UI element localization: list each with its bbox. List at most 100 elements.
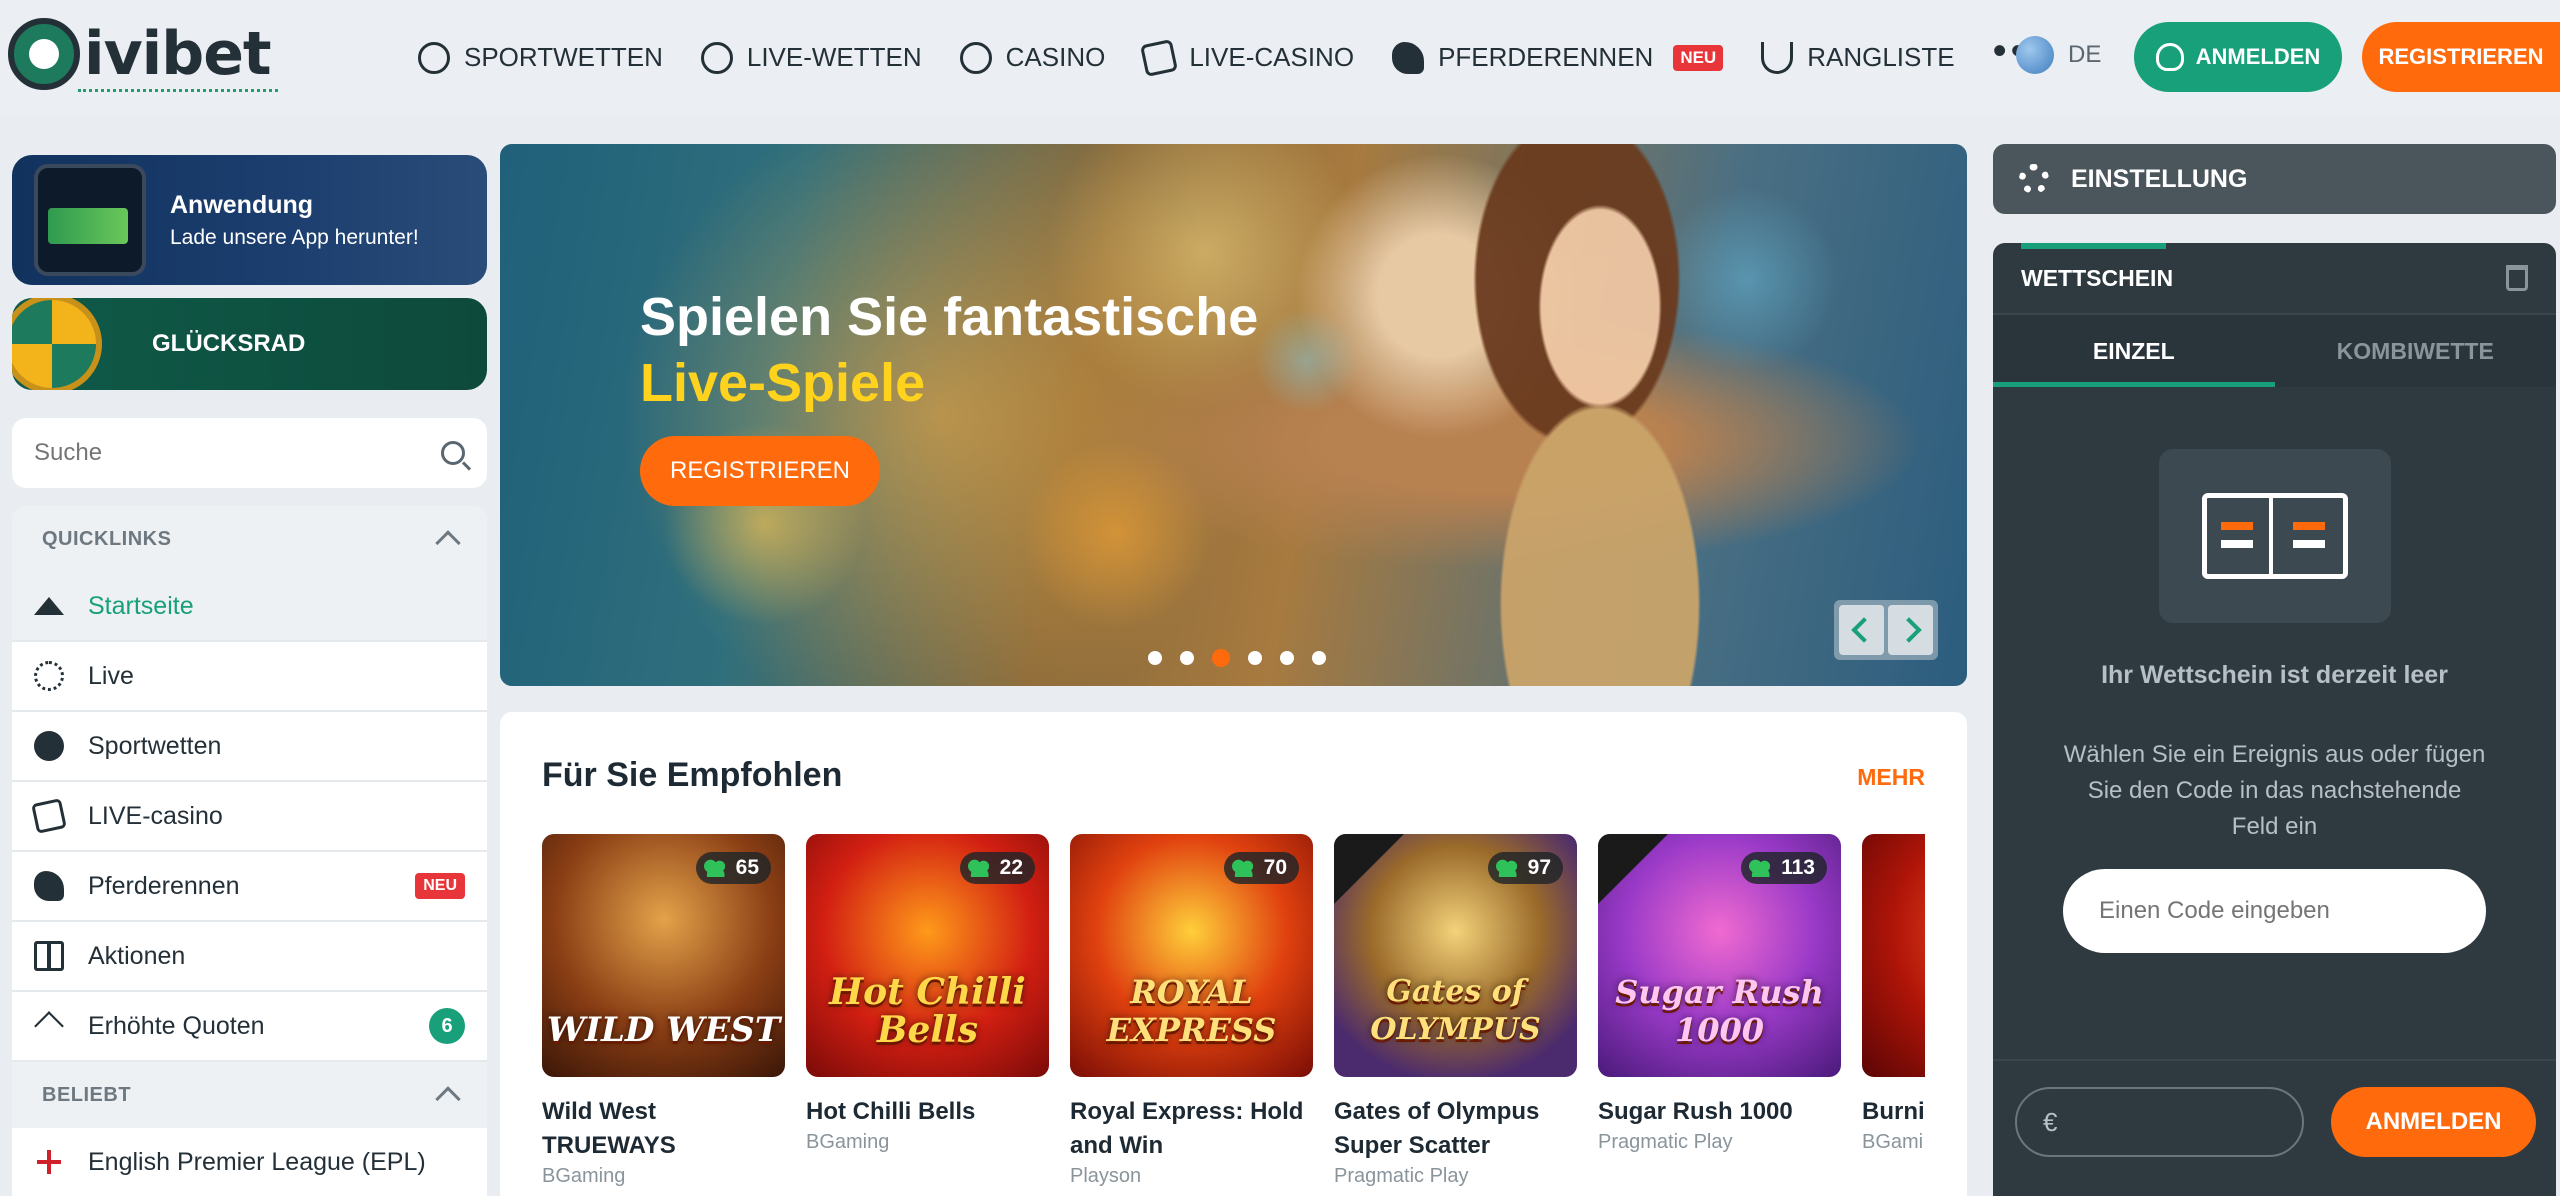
main-nav: SPORTWETTEN LIVE-WETTEN CASINO LIVE-CASI… [418,0,2085,115]
sidebar-item-epl[interactable]: English Premier League (EPL) [12,1128,487,1196]
roulette-icon [959,41,992,74]
game-name: Gates of Olympus Super Scatter [1334,1098,1540,1159]
game-card[interactable]: WILD WEST 65 Wild West TRUEWAYS BGaming [542,834,785,1188]
quicklinks-title: QUICKLINKS [42,527,172,550]
search-box [12,418,487,488]
players-icon [967,859,994,877]
game-thumbnail: B [1862,834,1925,1077]
game-card[interactable]: ROYAL EXPRESS 70 Royal Express: Hold and… [1070,834,1313,1188]
slider-dot[interactable] [1248,651,1262,665]
games-carousel: WILD WEST 65 Wild West TRUEWAYS BGaming … [542,834,1925,1188]
new-badge: NEU [415,873,465,899]
drops-wins-ribbon [1334,834,1404,904]
game-card[interactable]: B Burnin BGami [1862,834,1925,1188]
chevron-right-icon[interactable] [1888,605,1933,655]
settings-label: EINSTELLUNG [2071,164,2248,193]
game-art-title: WILD WEST [546,1010,781,1050]
ivibet-logo[interactable]: ivibet [8,14,278,94]
slider-dot[interactable] [1280,651,1294,665]
login-button[interactable]: ANMELDEN [2134,22,2342,92]
nav-sportwetten[interactable]: SPORTWETTEN [418,41,663,74]
hero-banner[interactable]: Spielen Sie fantastische Live-Spiele REG… [500,144,1967,686]
register-button[interactable]: REGISTRIEREN [2362,22,2560,92]
trash-icon[interactable] [2506,265,2528,291]
sidebar-item-erhoehte-quoten[interactable]: Erhöhte Quoten 6 [12,992,487,1062]
lucky-wheel-card[interactable]: GLÜCKSRAD [12,298,487,390]
slider-dot[interactable] [1148,651,1162,665]
game-art-title: Gates of OLYMPUS [1370,974,1541,1047]
app-download-card[interactable]: Anwendung Lade unsere App herunter! [12,155,487,285]
game-provider: BGami [1862,1131,1924,1153]
drops-wins-ribbon [1598,834,1668,904]
top-header: ivibet SPORTWETTEN LIVE-WETTEN CASINO LI… [0,0,2560,115]
game-provider: Pragmatic Play [1598,1131,1733,1153]
players-icon [1749,859,1776,877]
search-input[interactable] [34,439,441,467]
chevron-left-icon[interactable] [1839,605,1884,655]
game-thumbnail: WILD WEST 65 [542,834,785,1077]
sidebar-item-label: Sportwetten [88,731,222,760]
game-provider: BGaming [542,1165,626,1187]
slider-dot[interactable] [1312,651,1326,665]
players-count: 70 [1263,856,1287,879]
game-art-title: ROYAL EXPRESS [1106,973,1277,1049]
empty-slip-hint: Wählen Sie ein Ereignis aus oder fügen S… [2063,741,2486,840]
search-icon[interactable] [441,441,465,465]
empty-slip-title: Ihr Wettschein ist derzeit leer [2101,661,2448,689]
players-badge: 113 [1741,852,1827,884]
nav-live-casino[interactable]: LIVE-CASINO [1140,38,1354,77]
language-selector[interactable]: DE [2016,36,2101,74]
sidebar-item-live[interactable]: Live [12,642,487,712]
slider-dot-active[interactable] [1212,649,1230,667]
horse-icon [1392,41,1425,74]
nav-label: LIVE-WETTEN [746,42,922,72]
england-flag-icon [37,1150,61,1174]
settings-button[interactable]: EINSTELLUNG [1993,144,2556,214]
gear-icon [2019,164,2049,194]
booking-code-input[interactable] [2063,869,2486,953]
tab-einzel[interactable]: EINZEL [1993,315,2275,387]
user-icon [2155,43,2184,71]
sidebar-item-startseite[interactable]: Startseite [12,572,487,642]
game-card[interactable]: Gates of OLYMPUS 97 Gates of Olympus Sup… [1334,834,1577,1188]
slider-dot[interactable] [1180,651,1194,665]
players-badge: 65 [695,852,771,884]
sidebar-item-live-casino[interactable]: LIVE-casino [12,782,487,852]
game-name: Royal Express: Hold and Win [1070,1098,1304,1159]
laurel-icon [1761,41,1794,74]
quicklinks-header[interactable]: QUICKLINKS [12,506,487,572]
game-thumbnail: ROYAL EXPRESS 70 [1070,834,1313,1077]
horse-icon [34,871,64,901]
chevron-up-icon [435,1086,461,1112]
section-title: Für Sie Empfohlen [542,756,843,794]
game-name: Burnin [1862,1098,1925,1125]
more-link[interactable]: MEHR [1857,764,1925,791]
sidebar-item-aktionen[interactable]: Aktionen [12,922,487,992]
game-card[interactable]: Sugar Rush 1000 113 Sugar Rush 1000 Prag… [1598,834,1841,1188]
stake-input[interactable]: € [2015,1087,2304,1157]
game-card[interactable]: Hot Chilli Bells 22 Hot Chilli Bells BGa… [806,834,1049,1188]
slip-login-button[interactable]: ANMELDEN [2331,1087,2536,1157]
home-icon [34,597,64,615]
string-lights-decoration [78,82,278,92]
ticket-icon [2202,493,2348,579]
new-badge: NEU [1673,44,1724,71]
hero-highlight: Live-Spiele [640,353,926,413]
nav-rangliste[interactable]: RANGLISTE [1761,41,1955,74]
phone-icon [34,164,146,276]
sidebar-item-label: Aktionen [88,941,186,970]
nav-label: CASINO [1005,42,1106,72]
sidebar-item-pferderennen[interactable]: Pferderennen NEU [12,852,487,922]
nav-label: PFERDERENNEN [1438,42,1654,72]
hero-register-button[interactable]: REGISTRIEREN [640,436,880,506]
lucky-wheel-label: GLÜCKSRAD [152,330,306,357]
nav-live-wetten[interactable]: LIVE-WETTEN [700,41,922,74]
cards-icon [1140,38,1179,77]
popular-header[interactable]: BELIEBT [12,1062,487,1128]
nav-casino[interactable]: CASINO [959,41,1106,74]
tab-kombiwette[interactable]: KOMBIWETTE [2275,315,2557,387]
sidebar-item-sportwetten[interactable]: Sportwetten [12,712,487,782]
chevron-up-icon [435,530,461,556]
soccer-ball-icon [34,731,64,761]
nav-pferderennen[interactable]: PFERDERENNEN NEU [1392,41,1724,74]
